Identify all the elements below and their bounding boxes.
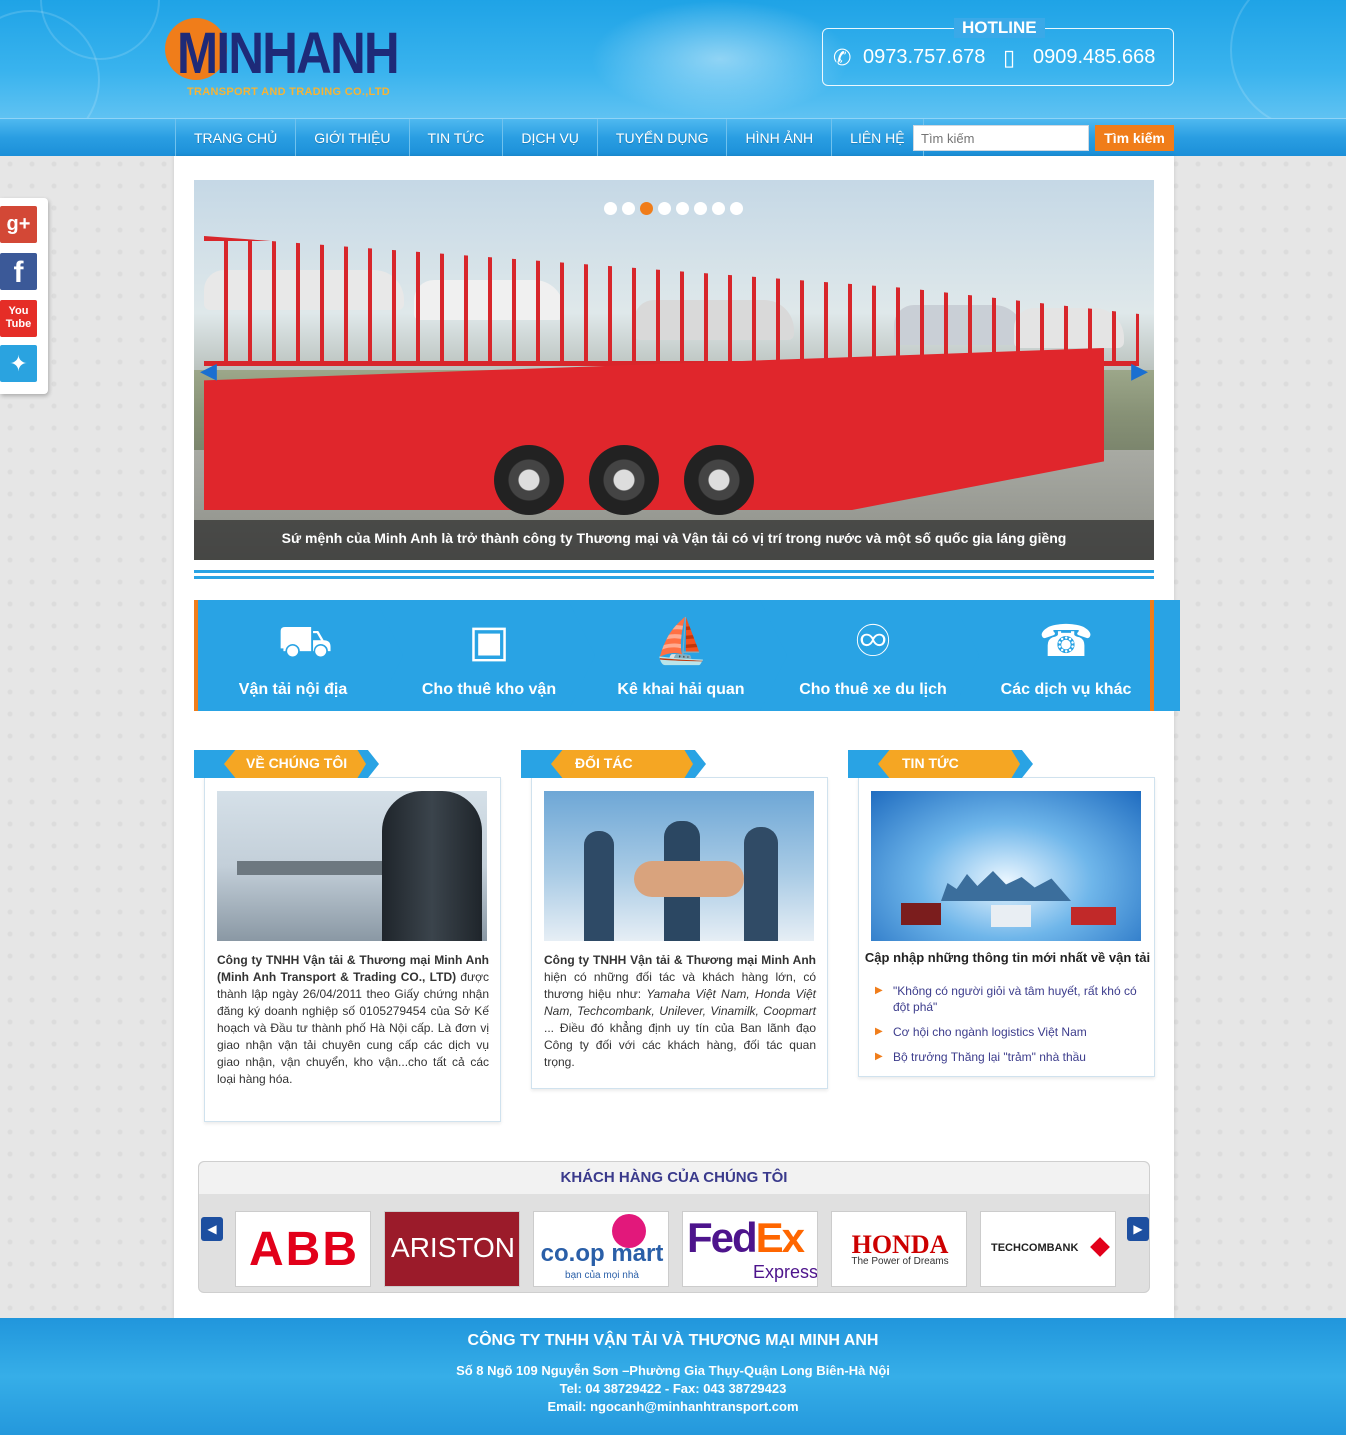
slider-prev-icon[interactable]: ◀ <box>200 358 217 384</box>
news-headline: Cập nhập những thông tin mới nhất về vận… <box>864 950 1151 965</box>
world-map-decoration <box>590 0 850 118</box>
partners-lead: Công ty TNHH Vận tải & Thương mại Minh A… <box>544 953 816 967</box>
hero-slider[interactable]: ◀ ▶ Sứ mệnh của Minh Anh là trở thành cô… <box>194 180 1154 560</box>
site-header: MINHANH TRANSPORT AND TRADING CO.,LTD ✆ … <box>0 0 1346 118</box>
news-item[interactable]: ▶ "Không có người giỏi và tâm huyết, rất … <box>875 983 1150 1015</box>
news-item[interactable]: ▶ Bộ trưởng Thăng lại "trảm" nhà thầu <box>875 1049 1150 1065</box>
footer-address: Số 8 Ngõ 109 Nguyễn Sơn –Phường Gia Thụy… <box>456 1363 890 1378</box>
hotline-title: HOTLINE <box>954 18 1045 38</box>
news-tab: TIN TỨC <box>848 750 1033 778</box>
partners-text: Công ty TNHH Vận tải & Thương mại Minh A… <box>544 952 816 1071</box>
about-body: được thành lập ngày 26/04/2011 theo Giấy… <box>217 970 489 1086</box>
slider-caption: Sứ mệnh của Minh Anh là trở thành công t… <box>194 520 1154 560</box>
hotline-phone-1[interactable]: 0973.757.678 <box>863 46 985 69</box>
search-input[interactable] <box>913 125 1089 151</box>
about-lead: Công ty TNHH Vận tải & Thương mại Minh A… <box>217 953 489 984</box>
customer-logo-honda[interactable]: HONDA The Power of Dreams <box>831 1211 967 1287</box>
car-carrier-truck <box>204 236 1139 366</box>
site-logo[interactable]: MINHANH TRANSPORT AND TRADING CO.,LTD <box>165 12 415 102</box>
search-button[interactable]: Tìm kiếm <box>1095 125 1174 151</box>
service-other[interactable]: ☎ Các dịch vụ khác <box>952 600 1180 711</box>
bullet-icon: ▶ <box>875 1026 883 1037</box>
slider-dot[interactable] <box>658 202 671 215</box>
ship-icon: ⛵ <box>653 617 709 666</box>
slider-dot[interactable] <box>712 202 725 215</box>
customer-logo-ariston[interactable]: ARISTON <box>384 1211 520 1287</box>
logo-brand: MINHANH <box>177 21 400 86</box>
footer-phone: Tel: 04 38729422 - Fax: 043 38729423 <box>559 1381 787 1396</box>
nav-item-home[interactable]: TRANG CHỦ <box>175 119 297 157</box>
slider-next-icon[interactable]: ▶ <box>1131 358 1148 384</box>
nav-item-news[interactable]: TIN TỨC <box>410 119 504 157</box>
partners-tab: ĐỐI TÁC <box>521 750 706 778</box>
google-plus-icon[interactable]: g+ <box>0 206 37 243</box>
car-icon: ♾ <box>853 617 893 666</box>
bullet-icon: ▶ <box>875 1051 883 1062</box>
slider-dot[interactable] <box>730 202 743 215</box>
site-footer: CÔNG TY TNHH VẬN TẢI VÀ THƯƠNG MẠI MINH … <box>0 1318 1346 1435</box>
partners-body: ... Điều đó khẳng định uy tín của Ban lã… <box>544 1021 816 1069</box>
about-image <box>217 791 487 941</box>
footer-company: CÔNG TY TNHH VẬN TẢI VÀ THƯƠNG MẠI MINH … <box>467 1332 879 1349</box>
partners-title: ĐỐI TÁC <box>575 755 633 771</box>
service-domestic-transport[interactable]: ⛟ Vận tải nội địa <box>198 600 412 711</box>
service-customs-declaration[interactable]: ⛵ Kê khai hải quan <box>568 600 794 711</box>
handshake-image <box>544 791 814 941</box>
carousel-next-icon[interactable]: ▶ <box>1127 1217 1149 1241</box>
youtube-icon[interactable]: You Tube <box>0 300 37 337</box>
about-title: VỀ CHÚNG TÔI <box>246 755 348 771</box>
customer-logo-fedex[interactable]: FedEx Express <box>682 1211 818 1287</box>
social-sidebar: g+ f You Tube ✦ <box>0 198 48 394</box>
service-car-rental[interactable]: ♾ Cho thuê xe du lịch <box>760 600 986 711</box>
hotline-phone-2[interactable]: 0909.485.668 <box>1033 46 1155 69</box>
nav-item-contact[interactable]: LIÊN HỆ <box>832 119 924 157</box>
service-label: Cho thuê xe du lịch <box>799 681 947 698</box>
support-icon: ☎ <box>1038 617 1094 666</box>
service-label: Vận tải nội địa <box>238 681 348 698</box>
service-label: Cho thuê kho vận <box>421 681 557 698</box>
about-text: Công ty TNHH Vận tải & Thương mại Minh A… <box>217 952 489 1088</box>
nav-item-gallery[interactable]: HÌNH ẢNH <box>727 119 833 157</box>
service-label: Các dịch vụ khác <box>1000 681 1132 698</box>
customer-logo-coopmart[interactable]: co.op mart bạn của mọi nhà <box>533 1211 669 1287</box>
service-label: Kê khai hải quan <box>617 681 745 698</box>
news-list: ▶ "Không có người giỏi và tâm huyết, rất … <box>875 983 1150 1074</box>
customer-logo-techcombank[interactable]: TECHCOMBANK <box>980 1211 1116 1287</box>
slider-dot[interactable] <box>676 202 689 215</box>
news-image <box>871 791 1141 941</box>
divider <box>194 576 1154 579</box>
slider-dot[interactable] <box>694 202 707 215</box>
services-bar: ⛟ Vận tải nội địa ▣ Cho thuê kho vận ⛵ K… <box>194 600 1180 711</box>
customers-title: KHÁCH HÀNG CỦA CHÚNG TÔI <box>199 1162 1149 1194</box>
logo-tagline: TRANSPORT AND TRADING CO.,LTD <box>187 86 391 98</box>
service-warehouse-rental[interactable]: ▣ Cho thuê kho vận <box>376 600 602 711</box>
slider-dots <box>604 202 743 215</box>
truck-icon: ⛟ <box>277 617 333 666</box>
divider <box>194 570 1154 573</box>
customer-logo-abb[interactable]: ABB <box>235 1211 371 1287</box>
carousel-prev-icon[interactable]: ◀ <box>201 1217 223 1241</box>
footer-email[interactable]: Email: ngocanh@minhanhtransport.com <box>0 1399 1346 1414</box>
news-title: TIN TỨC <box>902 755 959 771</box>
phone-icon: ✆ <box>833 45 852 70</box>
about-tab: VỀ CHÚNG TÔI <box>194 750 379 778</box>
forklift-icon: ▣ <box>468 617 510 666</box>
nav-item-services[interactable]: DỊCH VỤ <box>503 119 598 157</box>
news-item[interactable]: ▶ Cơ hội cho ngành logistics Việt Nam <box>875 1024 1150 1040</box>
slider-dot[interactable] <box>604 202 617 215</box>
bullet-icon: ▶ <box>875 985 883 996</box>
mobile-icon: ▯ <box>1003 45 1016 70</box>
nav-item-careers[interactable]: TUYỂN DỤNG <box>598 119 728 157</box>
slider-dot[interactable] <box>640 202 653 215</box>
nav-item-about[interactable]: GIỚI THIỆU <box>296 119 410 157</box>
facebook-icon[interactable]: f <box>0 253 37 290</box>
twitter-icon[interactable]: ✦ <box>0 345 37 382</box>
slider-dot[interactable] <box>622 202 635 215</box>
customers-carousel: KHÁCH HÀNG CỦA CHÚNG TÔI ◀ ABB ARISTON c… <box>198 1161 1150 1293</box>
main-nav: TRANG CHỦ GIỚI THIỆU TIN TỨC DỊCH VỤ TUY… <box>0 118 1346 157</box>
